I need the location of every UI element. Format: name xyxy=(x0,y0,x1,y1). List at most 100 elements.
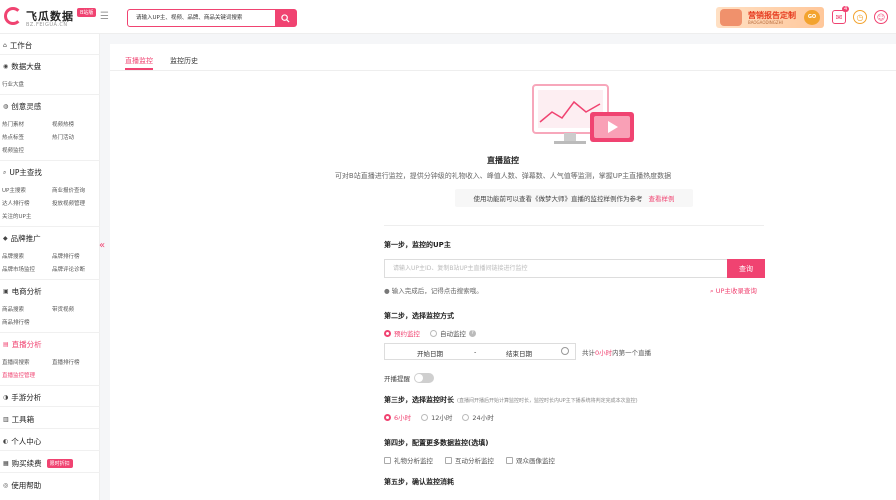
search-button[interactable] xyxy=(275,10,296,26)
date-range-picker[interactable]: 开始日期 - 结束日期 xyxy=(384,343,576,360)
nav-divider xyxy=(0,450,100,451)
nav-section-label: 手游分析 xyxy=(11,393,42,402)
radio-label: 24小时 xyxy=(472,414,494,422)
service-icon[interactable]: ☺ xyxy=(874,10,888,24)
logo-mark-icon xyxy=(4,7,22,25)
nav-section-toolbox[interactable]: ▥ 工具箱 xyxy=(3,414,34,425)
radio-scheduled-monitor[interactable]: 预约监控 xyxy=(384,328,420,338)
nav-section-label: UP主查找 xyxy=(9,168,42,177)
nav-item-video-monitor[interactable]: 视频监控 xyxy=(2,146,24,154)
checkbox-interaction-analysis[interactable]: 互动分析监控 xyxy=(445,455,494,465)
nav-item-industry[interactable]: 行业大盘 xyxy=(2,80,24,88)
nav-divider xyxy=(0,54,100,55)
logo[interactable]: 飞瓜数据 B站版 BZ.FEIGUA.CN xyxy=(4,7,97,28)
radio-dot xyxy=(384,329,391,337)
nav-section-label: 使用帮助 xyxy=(11,481,42,490)
banner-subtitle: BAOGAODINGZHI xyxy=(748,20,783,25)
nav-item-brand-rank[interactable]: 品牌排行榜 xyxy=(52,252,80,260)
live-reminder-switch[interactable] xyxy=(414,373,434,383)
nav-item-quote-query[interactable]: 商业报价查询 xyxy=(52,186,85,194)
nav-section-label: 数据大盘 xyxy=(11,62,42,71)
nav-divider xyxy=(0,226,100,227)
nav-workspace[interactable]: ⌂ 工作台 xyxy=(3,40,32,51)
nav-divider xyxy=(0,279,100,280)
nav-item-live-rank[interactable]: 直播排行榜 xyxy=(52,358,80,366)
nav-item-hot-material[interactable]: 热门素材 xyxy=(2,120,24,128)
nav-item-brand-search[interactable]: 品牌搜索 xyxy=(2,252,24,260)
sidebar-collapse-icon[interactable]: « xyxy=(99,240,105,251)
nav-item-goods-video[interactable]: 带货视频 xyxy=(52,305,74,313)
nav-section-purchase[interactable]: ▦ 购买续费 限时折扣 xyxy=(3,458,73,469)
nav-item-brand-market[interactable]: 品牌市场监控 xyxy=(2,265,35,273)
radio-dot xyxy=(421,413,429,421)
date-range-note: 共计0小时内第一个直播 xyxy=(582,347,651,357)
nav-section-label: 电商分析 xyxy=(11,287,42,296)
nav-item-followed-up[interactable]: 关注的UP主 xyxy=(2,212,31,220)
checkbox-label: 观众画像监控 xyxy=(516,457,555,465)
radio-12h[interactable]: 12小时 xyxy=(421,412,452,422)
radio-label: 6小时 xyxy=(394,414,412,422)
query-button[interactable]: 查询 xyxy=(727,259,765,278)
checkbox-gift-analysis[interactable]: 礼物分析监控 xyxy=(384,455,433,465)
checkbox-label: 礼物分析监控 xyxy=(394,457,433,465)
tab-live-monitor[interactable]: 直播监控 xyxy=(125,56,153,66)
note-suffix: 内第一个直播 xyxy=(612,349,652,357)
menu-collapse-icon[interactable]: ☰ xyxy=(100,11,109,22)
step3-title-text: 第三步，选择监控时长 xyxy=(384,396,454,404)
nav-section-data[interactable]: ◉ 数据大盘 xyxy=(3,61,41,72)
search-hint: ● 输入完成后，记得点击搜索哦。 xyxy=(384,285,483,295)
nav-section-mobile-game[interactable]: ◑ 手游分析 xyxy=(3,392,41,403)
nav-divider xyxy=(0,160,100,161)
radio-24h[interactable]: 24小时 xyxy=(462,412,494,422)
radio-label: 12小时 xyxy=(431,414,453,422)
nav-section-up-search[interactable]: ⌕ UP主查找 xyxy=(3,167,42,178)
up-id-input[interactable] xyxy=(384,259,727,278)
nav-section-brand[interactable]: ◆ 品牌推广 xyxy=(3,233,41,244)
nav-item-talent-rank[interactable]: 达人排行榜 xyxy=(2,199,30,207)
search-input[interactable] xyxy=(128,10,276,26)
tab-monitor-history[interactable]: 监控历史 xyxy=(170,56,198,66)
top-bar: 飞瓜数据 B站版 BZ.FEIGUA.CN ☰ 营销报告定制 BAOGAODIN… xyxy=(0,0,896,34)
radio-6h[interactable]: 6小时 xyxy=(384,412,411,422)
diamond-icon: ◆ xyxy=(3,235,8,242)
tv-icon: ▤ xyxy=(3,341,9,348)
nav-section-label: 工具箱 xyxy=(11,415,35,424)
checkbox-audience-portrait[interactable]: 观众画像监控 xyxy=(506,455,555,465)
logo-badge: B站版 xyxy=(77,7,97,17)
nav-section-profile[interactable]: ◐ 个人中心 xyxy=(3,436,41,447)
radio-dot xyxy=(384,413,391,421)
radio-dot xyxy=(462,413,470,421)
message-icon[interactable]: ✉ xyxy=(832,10,846,24)
nav-section-live[interactable]: ▤ 直播分析 xyxy=(3,339,42,350)
nav-item-video-manage[interactable]: 投放视频管理 xyxy=(52,199,85,207)
nav-item-video-rank[interactable]: 视频热榜 xyxy=(52,120,74,128)
nav-section-help[interactable]: ◎ 使用帮助 xyxy=(3,480,41,491)
monitor-mode-options: 预约监控 自动监控 ? xyxy=(384,328,476,338)
banner-go-button[interactable]: GO xyxy=(804,10,820,25)
live-reminder-label: 开播提醒 xyxy=(384,375,410,383)
question-icon[interactable]: ? xyxy=(469,329,476,337)
search-hint-text: 输入完成后，记得点击搜索哦。 xyxy=(391,287,483,295)
nav-item-live-monitor[interactable]: 直播监控管理 xyxy=(2,371,35,379)
clock-icon[interactable]: ◷ xyxy=(853,10,867,24)
radio-auto-monitor[interactable]: 自动监控 xyxy=(430,328,466,338)
view-sample-link[interactable]: 查看样例 xyxy=(649,193,675,203)
nav-item-live-search[interactable]: 直播间搜索 xyxy=(2,358,30,366)
nav-item-goods-search[interactable]: 商品搜索 xyxy=(2,305,24,313)
report-custom-banner[interactable]: 营销报告定制 BAOGAODINGZHI GO xyxy=(716,7,824,28)
nav-item-hot-tags[interactable]: 热点标签 xyxy=(2,133,24,141)
nav-section-creative[interactable]: ◍ 创意灵感 xyxy=(3,101,41,112)
nav-item-brand-comment[interactable]: 品牌评论诊断 xyxy=(52,265,85,273)
nav-item-goods-rank[interactable]: 商品排行榜 xyxy=(2,318,30,326)
hero-title: 直播监控 xyxy=(487,156,519,165)
nav-divider xyxy=(0,406,100,407)
nav-item-hot-events[interactable]: 热门活动 xyxy=(52,133,74,141)
up-inclusion-query-link[interactable]: ⌕ UP主收录查询 xyxy=(710,285,757,296)
nav-item-up-search[interactable]: UP主搜索 xyxy=(2,186,26,194)
nav-divider xyxy=(0,332,100,333)
nav-section-ecommerce[interactable]: ▣ 电商分析 xyxy=(3,286,42,297)
message-count-badge: 4 xyxy=(842,6,850,12)
toolbox-icon: ▥ xyxy=(3,416,9,423)
radio-label: 自动监控 xyxy=(440,330,466,338)
nav-divider xyxy=(0,94,100,95)
